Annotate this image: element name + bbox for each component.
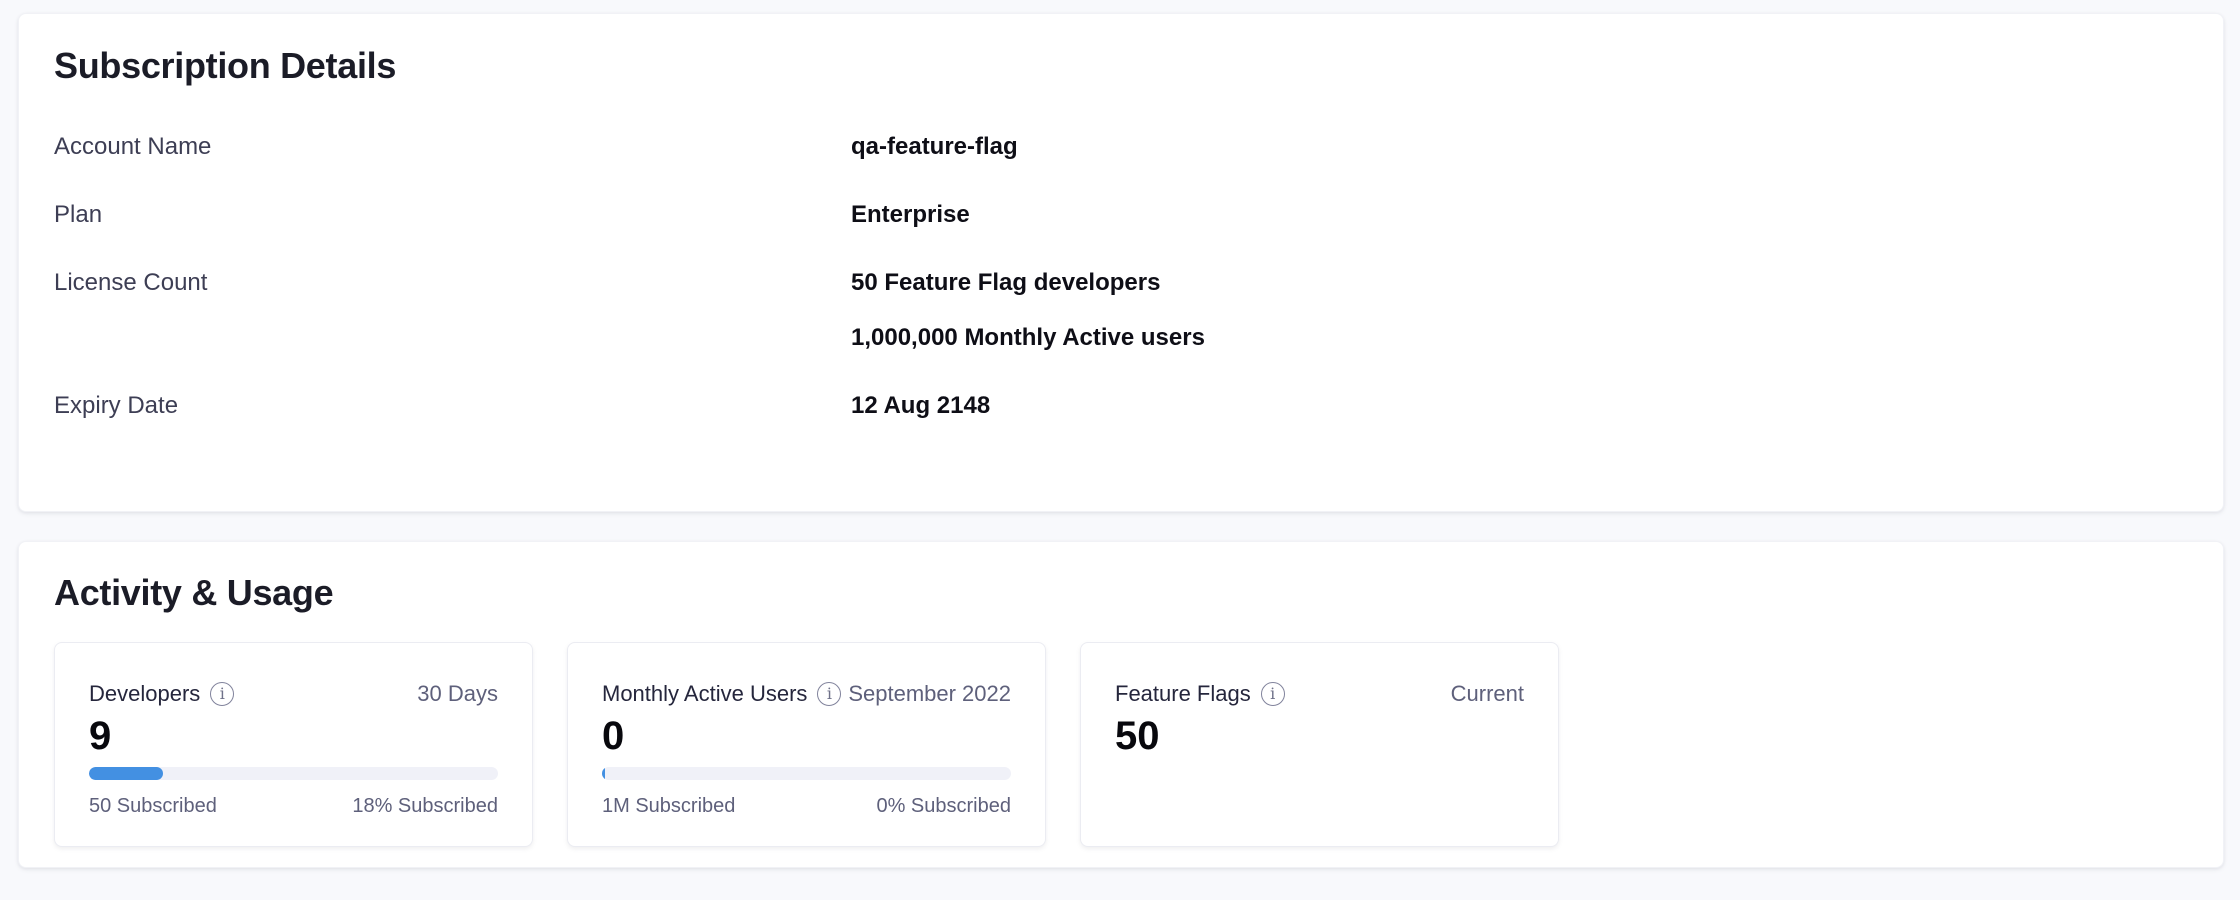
expiry-date-label: Expiry Date xyxy=(54,391,851,421)
license-count-value-group: 50 Feature Flag developers 1,000,000 Mon… xyxy=(851,268,1205,353)
mau-count-value: 0 xyxy=(602,711,1011,761)
feature-flags-header: Feature Flags i Current xyxy=(1115,681,1524,707)
developers-percent-caption: 18% Subscribed xyxy=(352,794,498,818)
mau-title-group: Monthly Active Users i xyxy=(602,681,841,707)
row-license-count: License Count 50 Feature Flag developers… xyxy=(54,268,2189,353)
developers-progress-bar xyxy=(89,767,498,780)
developers-count-value: 9 xyxy=(89,711,498,761)
metric-card-monthly-active-users: Monthly Active Users i September 2022 0 … xyxy=(567,642,1046,847)
account-name-label: Account Name xyxy=(54,132,851,162)
expiry-date-value-group: 12 Aug 2148 xyxy=(851,391,990,421)
subscription-details-card: Subscription Details Account Name qa-fea… xyxy=(18,13,2224,512)
developers-progress-fill xyxy=(89,767,163,780)
subscription-details-title: Subscription Details xyxy=(54,44,2189,88)
license-count-developers-value: 50 Feature Flag developers xyxy=(851,268,1205,298)
mau-info-icon[interactable]: i xyxy=(817,682,841,706)
license-count-label: License Count xyxy=(54,268,851,353)
mau-header: Monthly Active Users i September 2022 xyxy=(602,681,1011,707)
plan-value-group: Enterprise xyxy=(851,200,970,230)
developers-info-icon[interactable]: i xyxy=(210,682,234,706)
plan-label: Plan xyxy=(54,200,851,230)
row-account-name: Account Name qa-feature-flag xyxy=(54,132,2189,162)
mau-metric-label: Monthly Active Users xyxy=(602,681,807,707)
developers-metric-label: Developers xyxy=(89,681,200,707)
developers-title-group: Developers i xyxy=(89,681,234,707)
account-name-value-group: qa-feature-flag xyxy=(851,132,1018,162)
feature-flags-info-icon[interactable]: i xyxy=(1261,682,1285,706)
feature-flags-count-value: 50 xyxy=(1115,711,1524,761)
mau-captions: 1M Subscribed 0% Subscribed xyxy=(602,794,1011,818)
developers-subscribed-caption: 50 Subscribed xyxy=(89,794,217,818)
row-plan: Plan Enterprise xyxy=(54,200,2189,230)
row-expiry-date: Expiry Date 12 Aug 2148 xyxy=(54,391,2189,421)
mau-percent-caption: 0% Subscribed xyxy=(876,794,1011,818)
activity-usage-card: Activity & Usage Developers i 30 Days 9 … xyxy=(18,541,2224,868)
account-name-value: qa-feature-flag xyxy=(851,132,1018,162)
metric-card-feature-flags: Feature Flags i Current 50 xyxy=(1080,642,1559,847)
expiry-date-value: 12 Aug 2148 xyxy=(851,391,990,421)
feature-flags-title-group: Feature Flags i xyxy=(1115,681,1285,707)
metric-cards-row: Developers i 30 Days 9 50 Subscribed 18%… xyxy=(54,642,2189,847)
developers-captions: 50 Subscribed 18% Subscribed xyxy=(89,794,498,818)
subscription-details-rows: Account Name qa-feature-flag Plan Enterp… xyxy=(54,132,2189,421)
developers-period-label: 30 Days xyxy=(417,681,498,707)
mau-progress-fill xyxy=(602,767,605,780)
feature-flags-metric-label: Feature Flags xyxy=(1115,681,1251,707)
mau-progress-bar xyxy=(602,767,1011,780)
activity-usage-title: Activity & Usage xyxy=(54,571,2189,615)
mau-period-label: September 2022 xyxy=(848,681,1011,707)
metric-card-developers: Developers i 30 Days 9 50 Subscribed 18%… xyxy=(54,642,533,847)
plan-value: Enterprise xyxy=(851,200,970,230)
developers-header: Developers i 30 Days xyxy=(89,681,498,707)
mau-subscribed-caption: 1M Subscribed xyxy=(602,794,735,818)
feature-flags-period-label: Current xyxy=(1451,681,1524,707)
license-count-mau-value: 1,000,000 Monthly Active users xyxy=(851,323,1205,353)
